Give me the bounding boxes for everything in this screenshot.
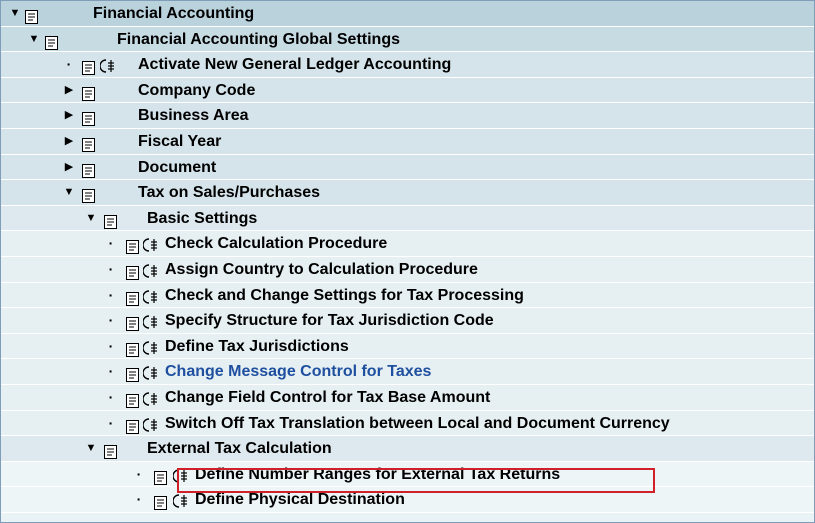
document-icon[interactable]: [82, 135, 95, 152]
bullet-icon: ·: [108, 312, 114, 329]
tree-activity-row[interactable]: · Check Calculation Procedure: [1, 231, 814, 257]
tree-activity-row[interactable]: · Switch Off Tax Translation between Loc…: [1, 410, 814, 437]
document-icon[interactable]: [45, 33, 58, 50]
bullet-icon: ·: [108, 414, 114, 431]
collapse-triangle-icon[interactable]: ▼: [85, 436, 97, 462]
tree-item-label[interactable]: Define Tax Jurisdictions: [165, 334, 349, 360]
collapse-triangle-icon[interactable]: ▼: [9, 1, 21, 27]
expand-triangle-icon[interactable]: ▶: [63, 129, 75, 155]
document-icon[interactable]: [82, 84, 95, 101]
tree-folder-row[interactable]: ▼ Tax on Sales/Purchases: [1, 180, 814, 206]
document-icon[interactable]: [154, 468, 167, 485]
bullet-icon: ·: [136, 491, 142, 508]
collapse-triangle-icon[interactable]: ▼: [63, 180, 75, 206]
tree-item-label[interactable]: Document: [138, 155, 216, 181]
tree-item-label[interactable]: Switch Off Tax Translation between Local…: [165, 411, 670, 437]
document-icon[interactable]: [126, 237, 139, 255]
document-icon[interactable]: [126, 314, 139, 332]
collapse-triangle-icon[interactable]: ▼: [85, 206, 97, 232]
tree-activity-row[interactable]: · Check and Change Settings for Tax Proc…: [1, 282, 814, 309]
tree-folder-row[interactable]: ▶ Company Code: [1, 77, 814, 104]
document-icon[interactable]: [126, 263, 139, 280]
bullet-icon: ·: [66, 56, 72, 73]
execute-activity-icon[interactable]: [142, 236, 160, 253]
tree-item-label[interactable]: Activate New General Ledger Accounting: [138, 52, 451, 78]
tree-activity-row[interactable]: · Change Field Control for Tax Base Amou…: [1, 384, 814, 411]
expand-triangle-icon[interactable]: ▶: [63, 155, 75, 181]
tree-item-label[interactable]: Company Code: [138, 78, 255, 104]
document-icon[interactable]: [104, 442, 117, 460]
tree-folder-row[interactable]: ▼ Basic Settings: [1, 205, 814, 232]
tree-activity-row[interactable]: · Define Tax Jurisdictions: [1, 333, 814, 360]
document-icon[interactable]: [82, 161, 95, 178]
bullet-icon: ·: [108, 235, 114, 252]
tree-folder-row[interactable]: ▼ External Tax Calculation: [1, 436, 814, 462]
tree-item-label[interactable]: Basic Settings: [147, 206, 257, 232]
tree-activity-row[interactable]: · Define Physical Destination: [1, 487, 814, 513]
execute-activity-icon[interactable]: [142, 364, 160, 381]
tree-item-label[interactable]: Specify Structure for Tax Jurisdiction C…: [165, 308, 494, 334]
execute-activity-icon[interactable]: [142, 262, 160, 278]
bullet-icon: ·: [108, 337, 114, 354]
execute-activity-icon[interactable]: [99, 57, 117, 73]
execute-activity-icon[interactable]: [142, 288, 160, 304]
tree-activity-row[interactable]: · Activate New General Ledger Accounting: [1, 52, 814, 78]
tree-item-label[interactable]: Change Field Control for Tax Base Amount: [165, 385, 490, 411]
tree-item-label[interactable]: Tax on Sales/Purchases: [138, 180, 320, 206]
tree-folder-row[interactable]: ▼ Financial Accounting: [1, 1, 814, 27]
collapse-triangle-icon[interactable]: ▼: [28, 27, 40, 53]
tree-item-label[interactable]: Financial Accounting: [93, 1, 254, 27]
execute-activity-icon[interactable]: [142, 313, 160, 329]
document-icon[interactable]: [82, 109, 95, 127]
tree-activity-row[interactable]: · Define Number Ranges for External Tax …: [1, 461, 814, 488]
document-icon[interactable]: [154, 493, 167, 511]
tree-item-label[interactable]: Define Physical Destination: [195, 487, 405, 513]
execute-activity-icon[interactable]: [172, 467, 190, 483]
tree-item-label[interactable]: Check Calculation Procedure: [165, 231, 387, 257]
document-icon[interactable]: [104, 212, 117, 229]
tree-item-label[interactable]: Business Area: [138, 103, 249, 129]
execute-activity-icon[interactable]: [172, 492, 190, 508]
tree-item-label[interactable]: Financial Accounting Global Settings: [117, 27, 400, 53]
document-icon[interactable]: [126, 365, 139, 383]
document-icon[interactable]: [126, 289, 139, 306]
tree-folder-row[interactable]: ▶ Fiscal Year: [1, 128, 814, 155]
img-tree: ▼ Financial Accounting ▼ Financial Accoun…: [0, 0, 815, 523]
bullet-icon: ·: [108, 286, 114, 303]
tree-activity-row[interactable]: · Change Message Control for Taxes: [1, 359, 814, 385]
tree-item-label[interactable]: External Tax Calculation: [147, 436, 332, 462]
tree-item-label[interactable]: Fiscal Year: [138, 129, 221, 155]
execute-activity-icon[interactable]: [142, 390, 160, 406]
tree-folder-row[interactable]: ▶ Business Area: [1, 103, 814, 129]
tree-item-label[interactable]: Assign Country to Calculation Procedure: [165, 257, 478, 283]
bullet-icon: ·: [108, 388, 114, 405]
tree-folder-row[interactable]: ▼ Financial Accounting Global Settings: [1, 26, 814, 53]
expand-triangle-icon[interactable]: ▶: [63, 78, 75, 104]
bullet-icon: ·: [108, 363, 114, 380]
tree-item-label[interactable]: Check and Change Settings for Tax Proces…: [165, 283, 524, 309]
bullet-icon: ·: [108, 260, 114, 277]
execute-activity-icon[interactable]: [142, 339, 160, 355]
execute-activity-icon[interactable]: [142, 416, 160, 432]
document-icon[interactable]: [126, 417, 139, 434]
tree-activity-row[interactable]: · Assign Country to Calculation Procedur…: [1, 256, 814, 283]
document-icon[interactable]: [82, 186, 95, 204]
expand-triangle-icon[interactable]: ▶: [63, 103, 75, 129]
document-icon[interactable]: [126, 340, 139, 357]
tree-item-label[interactable]: Change Message Control for Taxes: [165, 359, 431, 385]
tree-folder-row[interactable]: ▶ Document: [1, 154, 814, 181]
tree-activity-row[interactable]: · Specify Structure for Tax Jurisdiction…: [1, 308, 814, 334]
tree-item-label[interactable]: Define Number Ranges for External Tax Re…: [195, 462, 560, 488]
document-icon[interactable]: [126, 391, 139, 408]
bullet-icon: ·: [136, 465, 142, 482]
document-icon[interactable]: [25, 7, 38, 24]
document-icon[interactable]: [82, 58, 95, 76]
